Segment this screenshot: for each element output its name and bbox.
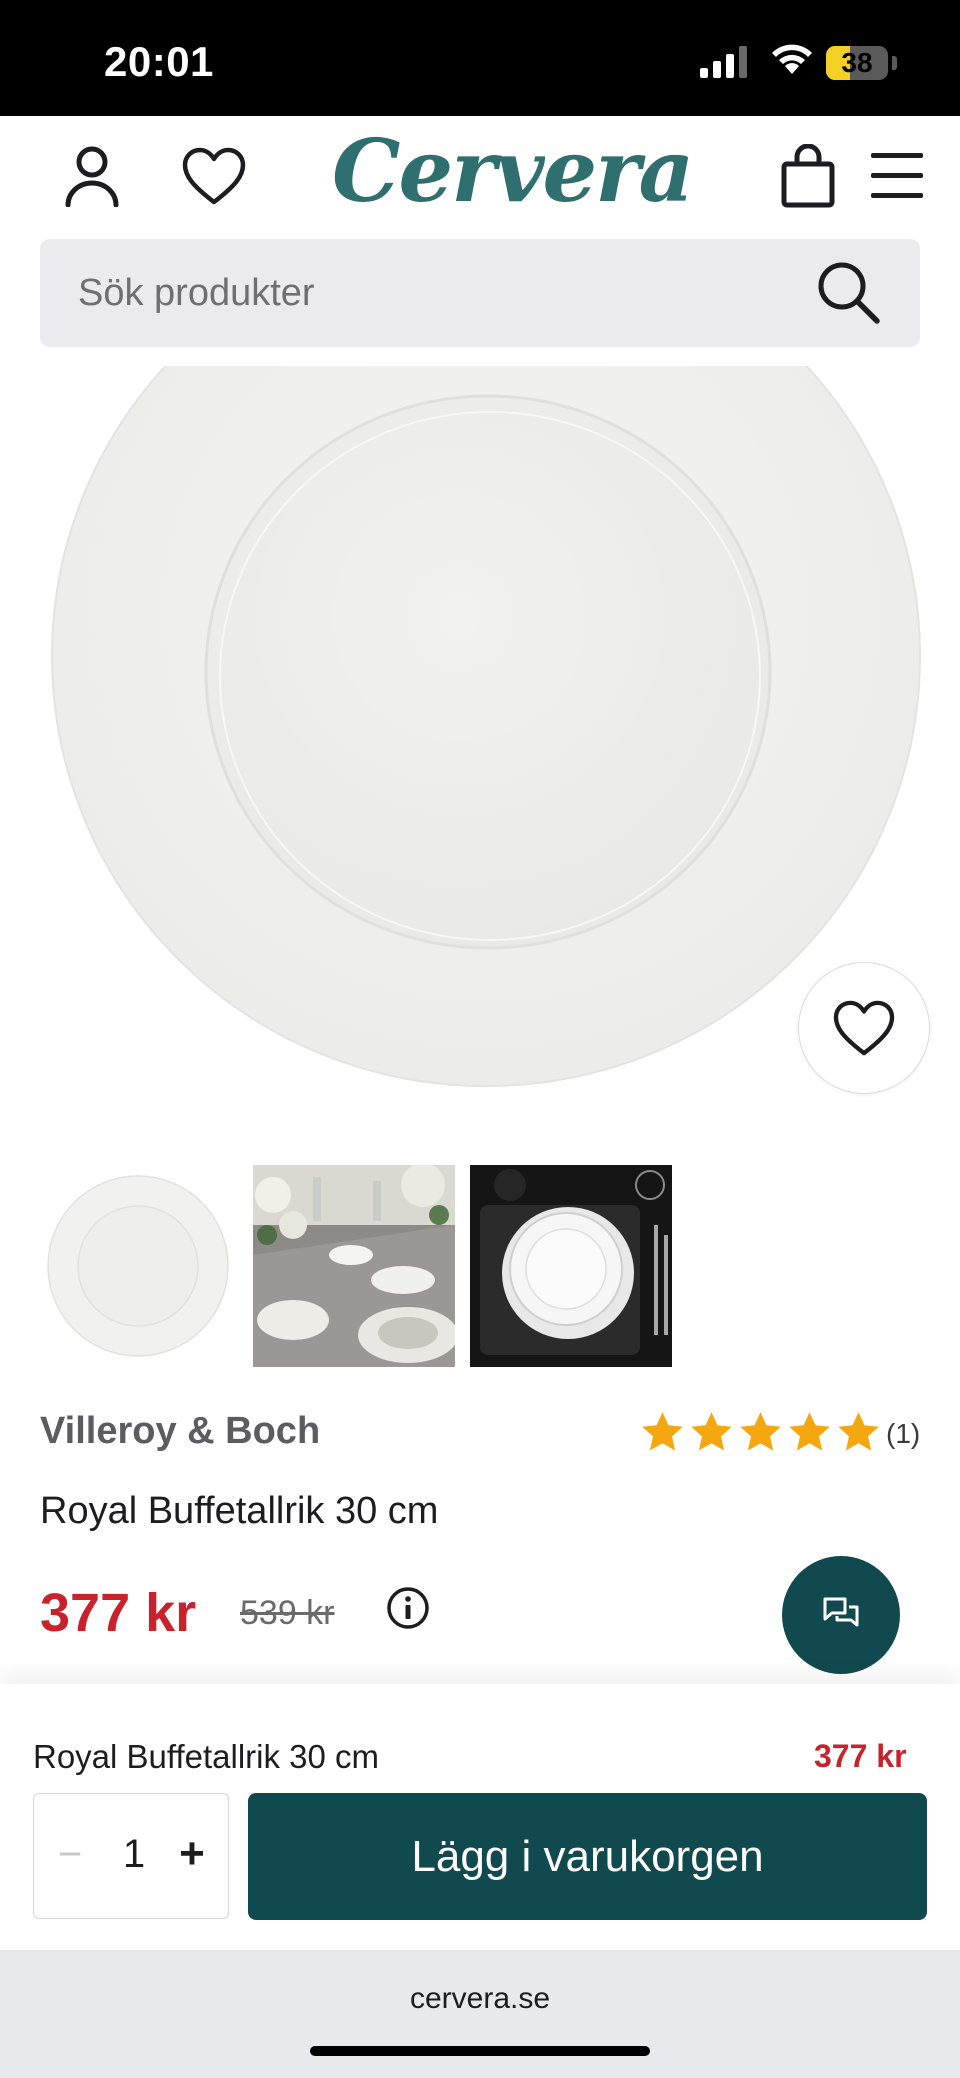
product-brand[interactable]: Villeroy & Boch [40,1410,320,1453]
account-button[interactable] [56,136,128,216]
star-icon [642,1412,683,1451]
star-icon [740,1412,781,1451]
search-bar[interactable] [40,239,920,347]
add-to-cart-button[interactable]: Lägg i varukorgen [248,1793,927,1920]
star-icon [838,1412,879,1451]
cart-button[interactable] [774,136,842,216]
status-bar: 20:01 38 [0,0,960,116]
decrease-quantity-button[interactable]: − [48,1824,92,1884]
search-input[interactable] [78,239,778,347]
quantity-stepper: − 1 + [33,1793,229,1919]
info-icon[interactable] [386,1586,430,1630]
thumbnail-dark-setting[interactable] [470,1165,672,1367]
product-old-price: 539 kr [240,1594,335,1632]
add-to-wishlist-button[interactable] [798,962,930,1094]
star-icon [691,1412,732,1451]
home-indicator[interactable] [310,2046,650,2056]
star-icon [789,1412,830,1451]
product-title: Royal Buffetallrik 30 cm [40,1490,439,1532]
review-count[interactable]: (1) [886,1418,920,1450]
sticky-product-price: 377 kr [814,1738,907,1774]
sticky-product-name: Royal Buffetallrik 30 cm [33,1738,380,1775]
status-time: 20:01 [104,38,214,85]
chat-button[interactable] [782,1556,900,1674]
search-icon[interactable] [815,259,881,325]
cellular-signal-icon [700,46,747,78]
rating-stars[interactable] [640,1410,881,1455]
menu-icon [871,153,923,198]
battery-icon: 38 [826,46,888,80]
quantity-value[interactable]: 1 [104,1824,164,1884]
cervera-logo[interactable]: Cervera [332,122,694,222]
bag-icon [781,144,835,208]
wishlist-button[interactable] [176,136,252,216]
battery-level: 38 [841,47,873,78]
dark-setting-image [470,1165,672,1367]
url-text[interactable]: cervera.se [0,1982,960,2016]
heart-icon [833,1000,895,1056]
user-icon [65,146,119,207]
heart-icon [182,147,246,205]
battery-tip [892,56,897,70]
menu-button[interactable] [864,140,930,212]
product-price: 377 kr [40,1583,197,1643]
thumbnail-plate[interactable] [40,1165,242,1367]
wifi-icon [772,44,812,74]
chat-icon [823,1597,859,1627]
increase-quantity-button[interactable]: + [164,1824,220,1884]
table-setting-image [253,1165,455,1367]
plate-thumbnail-image [40,1165,242,1367]
thumbnail-table-setting[interactable] [253,1165,455,1367]
